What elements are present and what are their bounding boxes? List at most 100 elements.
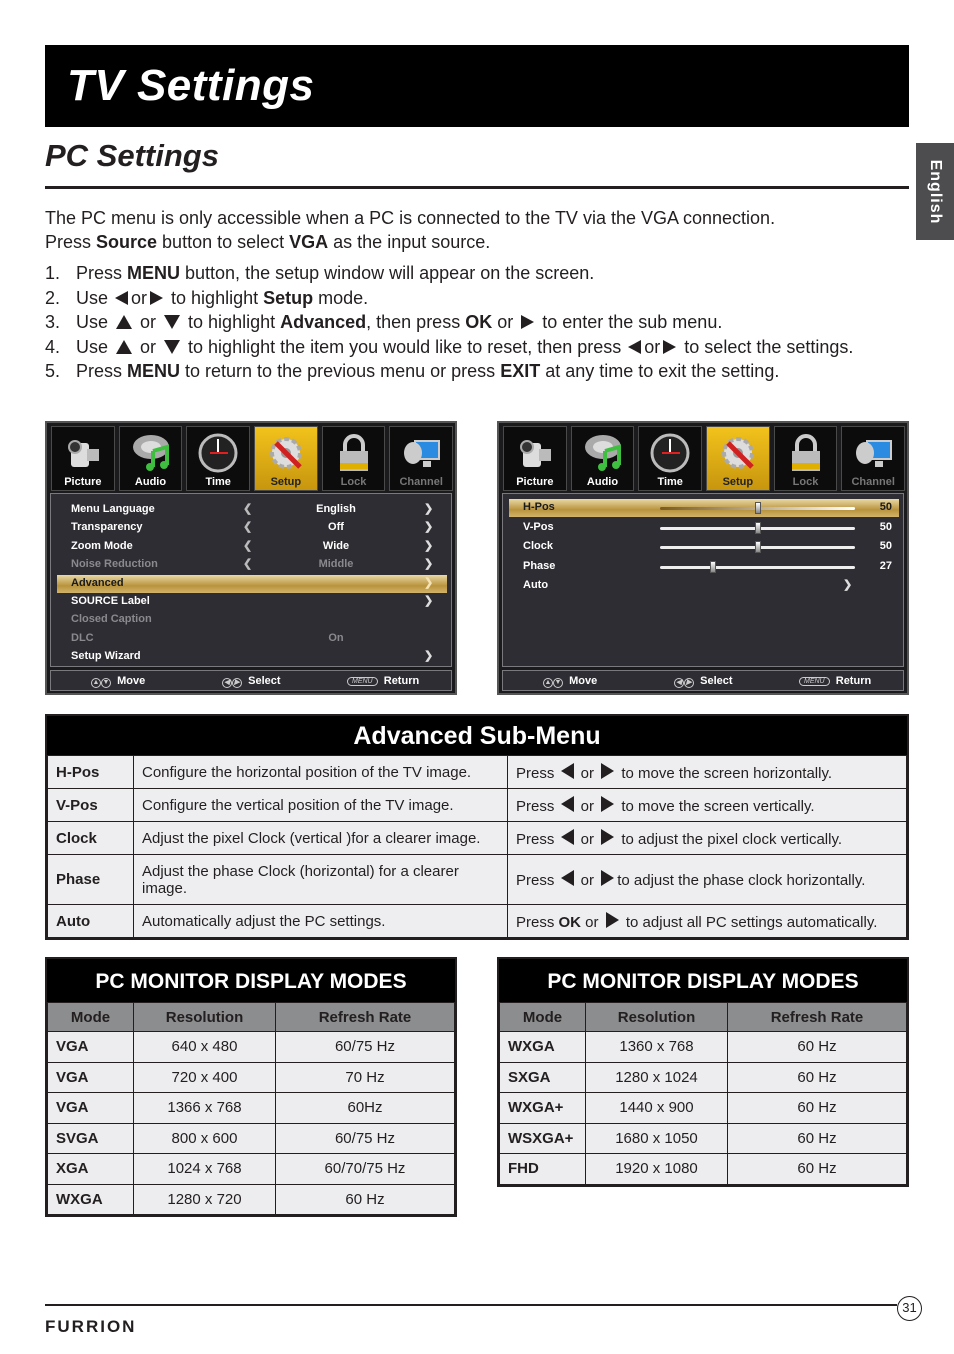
- osd-help-bar: ▲ ▼ Move ◀ ▶ Select MENU Return: [50, 670, 452, 691]
- osd-item-name: Zoom Mode: [71, 539, 133, 552]
- osd-tab-label: Time: [657, 476, 683, 488]
- osd-tab-lock[interactable]: Lock: [773, 426, 838, 491]
- up-button-icon: ▲: [543, 678, 553, 688]
- osd-tab-picture[interactable]: Picture: [51, 426, 115, 491]
- table-row: Phase Adjust the phase Clock (horizontal)…: [47, 854, 907, 905]
- osd-slider-value: 50: [879, 501, 892, 513]
- slider-thumb[interactable]: [754, 502, 761, 514]
- mode-cell: WXGA+: [499, 1092, 586, 1124]
- osd-menu-item[interactable]: Transparency ❮ Off ❯: [51, 519, 451, 537]
- chevron-right-icon: ❯: [424, 576, 434, 589]
- table-row: WXGA+ 1440 x 900 60 Hz: [499, 1092, 907, 1124]
- resolution-cell: 1920 x 1080: [585, 1153, 728, 1185]
- right-arrow-icon: [601, 762, 615, 779]
- osd-tab-label: Audio: [586, 476, 619, 488]
- column-header: Refresh Rate: [275, 1002, 455, 1032]
- osd-item-name: DLC: [71, 631, 94, 644]
- osd-item-value: English: [316, 503, 356, 515]
- osd-item-value: On: [328, 631, 344, 644]
- advanced-submenu-table: Advanced Sub-Menu H-Pos Configure the hor…: [45, 714, 909, 940]
- osd-tab-label: Setup: [722, 476, 754, 488]
- slider-thumb[interactable]: [754, 541, 761, 553]
- osd-tab-setup[interactable]: Setup: [254, 426, 318, 491]
- refresh-rate-cell: 60 Hz: [727, 1153, 907, 1185]
- resolution-cell: 720 x 400: [133, 1061, 276, 1093]
- osd-slider[interactable]: [660, 521, 855, 534]
- slider-thumb[interactable]: [754, 521, 761, 534]
- osd-advanced-panel: H-Pos 50 V-Pos 50 Clock 50 Phase 27 Auto ❯: [502, 493, 904, 667]
- refresh-rate-cell: 70 Hz: [275, 1061, 455, 1093]
- osd-menu-item[interactable]: H-Pos 50: [509, 499, 899, 517]
- resolution-cell: 1280 x 720: [133, 1183, 276, 1215]
- step-item: 3. Use or to highlight Advanced, then pre…: [45, 312, 723, 333]
- osd-menu-item[interactable]: Advanced ❯: [57, 574, 447, 593]
- osd-slider[interactable]: [660, 560, 855, 573]
- chevron-right-icon: ❯: [424, 595, 434, 607]
- osd-tab-lock[interactable]: Lock: [321, 426, 386, 491]
- osd-slider[interactable]: [660, 502, 855, 514]
- osd-tab-label: Lock: [340, 476, 367, 488]
- osd-item-name: H-Pos: [523, 501, 555, 513]
- right-arrow-icon: [605, 911, 619, 928]
- right-arrow-icon: [601, 828, 615, 845]
- osd-tab-time[interactable]: Time: [186, 426, 251, 491]
- osd-tab-label: Channel: [399, 476, 443, 488]
- osd-tab-picture[interactable]: Picture: [503, 426, 567, 491]
- chevron-left-icon: ❮: [243, 521, 253, 534]
- up-arrow-icon: [116, 339, 133, 354]
- refresh-rate-cell: 60 Hz: [727, 1092, 907, 1124]
- osd-tab-time[interactable]: Time: [638, 426, 703, 491]
- osd-menu-item[interactable]: Zoom Mode ❮ Wide ❯: [51, 538, 451, 556]
- table-row: FHD 1920 x 1080 60 Hz: [499, 1153, 907, 1185]
- advanced-submenu-title: Advanced Sub-Menu: [47, 716, 907, 755]
- table-row: H-Pos Configure the horizontal position o…: [47, 755, 907, 789]
- osd-tab-setup[interactable]: Setup: [706, 426, 770, 491]
- refresh-rate-cell: 60/75 Hz: [275, 1122, 455, 1154]
- osd-menu-item[interactable]: V-Pos 50: [503, 519, 903, 537]
- osd-tab-label: Audio: [134, 476, 167, 488]
- osd-help-bar: ▲ ▼ Move ◀ ▶ Select MENU Return: [502, 670, 904, 691]
- satellite-monitor-icon: [401, 433, 441, 473]
- osd-menu-item[interactable]: Menu Language ❮ English ❯: [51, 501, 451, 519]
- table-row: VGA 640 x 480 60/75 Hz: [47, 1031, 455, 1063]
- osd-menu-item[interactable]: SOURCE Label ❯: [51, 593, 451, 611]
- gear-wrench-icon: [266, 433, 306, 473]
- osd-item-name: Closed Caption: [71, 613, 152, 626]
- osd-tab-channel[interactable]: Channel: [389, 426, 454, 491]
- padlock-icon: [334, 433, 374, 473]
- osd-menu-item[interactable]: Setup Wizard ❯: [51, 648, 451, 666]
- page-title: TV Settings: [67, 61, 315, 110]
- return-hint: MENU Return: [799, 675, 871, 687]
- osd-item-name: Auto: [523, 579, 549, 591]
- resolution-cell: 1680 x 1050: [585, 1122, 728, 1154]
- osd-tab-channel[interactable]: Channel: [841, 426, 906, 491]
- down-arrow-icon: [164, 339, 181, 354]
- osd-menu-item[interactable]: Noise Reduction ❮ Middle ❯: [51, 556, 451, 574]
- move-hint: ▲ ▼ Move: [91, 675, 146, 688]
- chevron-left-icon: ❮: [243, 558, 253, 571]
- mode-cell: WXGA: [499, 1031, 586, 1063]
- item-description: Automatically adjust the PC settings.: [133, 904, 508, 938]
- osd-tab-audio[interactable]: Audio: [118, 426, 183, 491]
- right-arrow-icon: [601, 795, 615, 812]
- osd-tab-audio[interactable]: Audio: [570, 426, 635, 491]
- osd-menu-item[interactable]: Auto ❯: [503, 577, 903, 595]
- intro-line: Press Source button to select VGA as the…: [45, 232, 491, 252]
- item-name: Auto: [47, 904, 134, 938]
- clock-icon: [650, 433, 690, 473]
- osd-menu-item[interactable]: Phase 27: [503, 558, 903, 576]
- satellite-monitor-icon: [853, 433, 893, 473]
- osd-menu-item[interactable]: DLC On: [51, 630, 451, 648]
- down-button-icon: ▼: [553, 678, 563, 688]
- column-header: Refresh Rate: [727, 1002, 907, 1032]
- language-tab: English: [916, 143, 954, 240]
- osd-slider[interactable]: [660, 541, 855, 553]
- osd-menu-item[interactable]: Clock 50: [503, 538, 903, 556]
- right-button-icon: ▶: [232, 678, 242, 688]
- slider-thumb[interactable]: [709, 560, 716, 573]
- osd-menu-item[interactable]: Closed Caption: [51, 611, 451, 629]
- refresh-rate-cell: 60 Hz: [275, 1183, 455, 1215]
- intro-line: The PC menu is only accessible when a PC…: [45, 208, 776, 228]
- music-note-icon: [583, 433, 623, 473]
- padlock-icon: [786, 433, 826, 473]
